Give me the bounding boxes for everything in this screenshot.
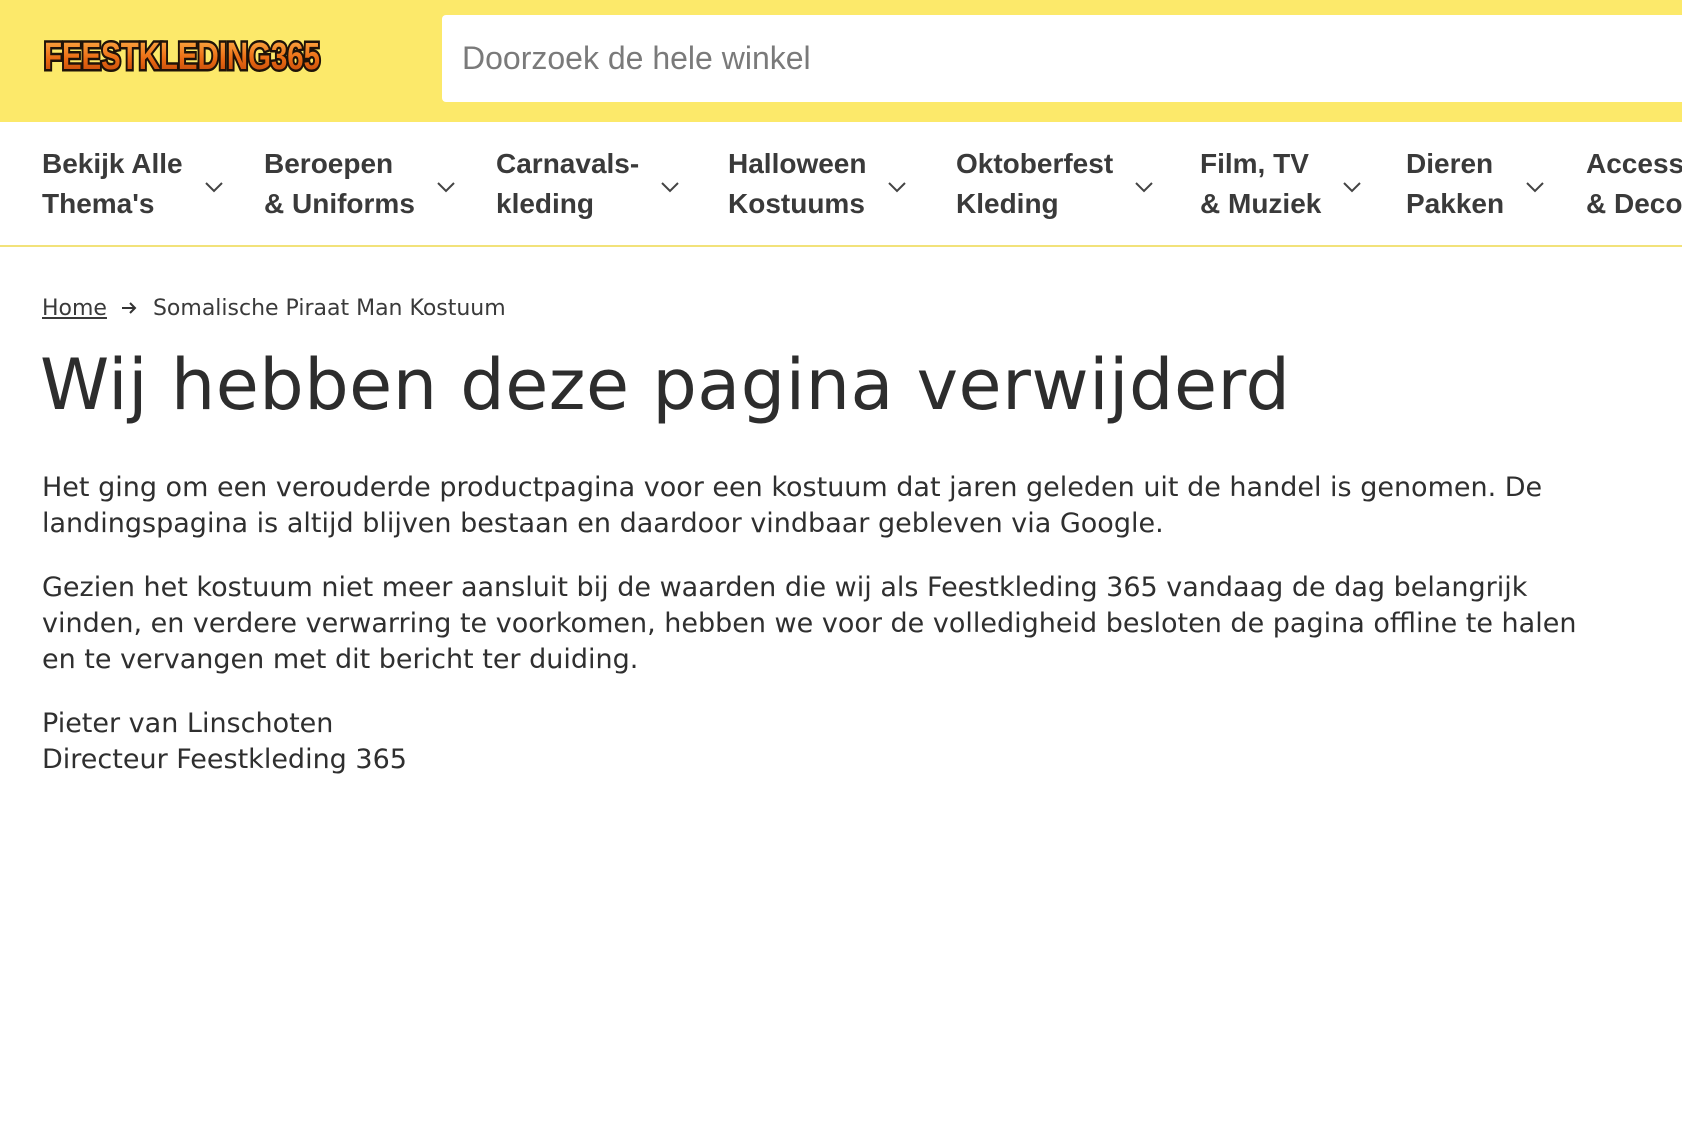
page-title: Wij hebben deze pagina verwijderd bbox=[40, 344, 1291, 426]
breadcrumb-current: Somalische Piraat Man Kostuum bbox=[152, 295, 506, 321]
nav-item-halloween-kostuums[interactable]: Halloween Kostuums bbox=[728, 144, 907, 224]
arrow-right-icon bbox=[121, 301, 137, 315]
nav-label-line2: Pakken bbox=[1406, 188, 1505, 219]
nav-item-carnavalskleding[interactable]: Carnavals- kleding bbox=[496, 144, 679, 224]
site-header: FEESTKLEDING365 bbox=[0, 0, 1682, 122]
nav-label-line2: kleding bbox=[496, 188, 595, 219]
nav-label-line1: Halloween bbox=[728, 148, 867, 179]
logo-text: FEESTKLEDING365 bbox=[44, 36, 320, 77]
nav-label-line2: Thema's bbox=[42, 188, 155, 219]
nav-label-line2: Kleding bbox=[956, 188, 1059, 219]
nav-label-line1: Access bbox=[1586, 148, 1682, 179]
chevron-down-icon bbox=[204, 181, 223, 192]
signature: Pieter van Linschoten Directeur Feestkle… bbox=[42, 706, 1602, 778]
nav-label-line1: Bekijk Alle bbox=[42, 148, 183, 179]
nav-label-line1: Oktoberfest bbox=[956, 148, 1114, 179]
nav-item-beroepen-uniforms[interactable]: Beroepen & Uniforms bbox=[264, 144, 455, 224]
nav-label-line1: Beroepen bbox=[264, 148, 394, 179]
breadcrumb-home-link[interactable]: Home bbox=[42, 296, 107, 321]
nav-label-line2: & Deco bbox=[1586, 188, 1682, 219]
page-content: Het ging om een verouderde productpagina… bbox=[42, 470, 1602, 778]
chevron-down-icon bbox=[437, 181, 455, 192]
chevron-down-icon bbox=[661, 181, 679, 192]
nav-label-line1: Film, TV bbox=[1200, 148, 1309, 179]
chevron-down-icon bbox=[888, 181, 907, 192]
signature-name: Pieter van Linschoten bbox=[42, 708, 334, 739]
site-logo[interactable]: FEESTKLEDING365 bbox=[40, 33, 324, 78]
nav-label-line2: Kostuums bbox=[728, 188, 865, 219]
nav-item-oktoberfest-kleding[interactable]: Oktoberfest Kleding bbox=[956, 144, 1153, 224]
nav-label-line1: Dieren bbox=[1406, 148, 1494, 179]
main-nav: Bekijk Alle Thema's Beroepen & Uniforms … bbox=[0, 122, 1682, 247]
nav-item-film-tv-muziek[interactable]: Film, TV & Muziek bbox=[1200, 144, 1362, 224]
chevron-down-icon bbox=[1135, 181, 1153, 192]
paragraph-explanation: Het ging om een verouderde productpagina… bbox=[42, 472, 1543, 539]
nav-item-bekijk-alle-themas[interactable]: Bekijk Alle Thema's bbox=[42, 144, 223, 224]
paragraph-reason: Gezien het kostuum niet meer aansluit bi… bbox=[42, 572, 1577, 675]
nav-item-dieren-pakken[interactable]: Dieren Pakken bbox=[1406, 144, 1544, 224]
nav-label-line1: Carnavals- bbox=[496, 148, 640, 179]
nav-label-line2: & Uniforms bbox=[264, 188, 415, 219]
chevron-down-icon bbox=[1526, 181, 1544, 192]
nav-item-accessoires-decoratie[interactable]: Access & Deco bbox=[1586, 144, 1682, 224]
breadcrumb: Home Somalische Piraat Man Kostuum bbox=[42, 293, 506, 323]
search-bar[interactable] bbox=[442, 15, 1682, 102]
search-input[interactable] bbox=[462, 15, 1682, 102]
nav-label-line2: & Muziek bbox=[1200, 188, 1322, 219]
chevron-down-icon bbox=[1343, 181, 1362, 192]
signature-title: Directeur Feestkleding 365 bbox=[42, 744, 407, 775]
